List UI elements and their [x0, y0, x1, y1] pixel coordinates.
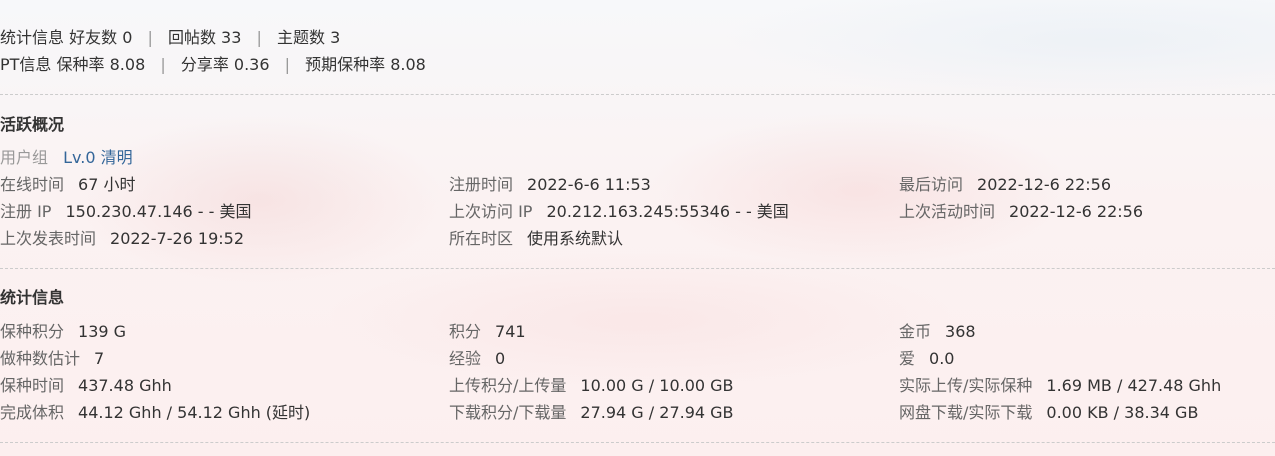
upload-points-label: 上传积分/上传量: [449, 376, 567, 395]
gold-coins-label: 金币: [899, 322, 932, 341]
completed-volume-value: 44.12 Ghh / 54.12 Ghh (延时): [78, 403, 311, 422]
seeding-count-estimate: 做种数估计 7: [0, 345, 104, 372]
experience-label: 经验: [449, 349, 482, 368]
download-points-label: 下载积分/下载量: [449, 403, 567, 422]
last-visit-ip-value: 20.212.163.245:55346 - - 美国: [546, 202, 789, 221]
expected-seeding-rate: 预期保种率 8.08: [305, 55, 426, 74]
section-divider: [0, 442, 1275, 443]
actual-upload-value: 1.69 MB / 427.48 Ghh: [1046, 376, 1222, 395]
register-ip-label: 注册 IP: [0, 202, 52, 221]
gold-coins-value: 368: [945, 322, 976, 341]
last-activity-time: 上次活动时间 2022-12-6 22:56: [899, 198, 1143, 225]
stats-section-title: 统计信息: [0, 288, 65, 307]
timezone: 所在时区 使用系统默认: [449, 225, 623, 252]
seeding-time-label: 保种时间: [0, 376, 65, 395]
separator: |: [147, 28, 153, 47]
friends-count: 好友数 0: [69, 28, 133, 47]
last-post-time-label: 上次发表时间: [0, 229, 97, 248]
register-ip-value: 150.230.47.146 - - 美国: [65, 202, 252, 221]
activity-row: 上次发表时间 2022-7-26 19:52 所在时区 使用系统默认: [0, 225, 1275, 252]
cloud-download-label: 网盘下载/实际下载: [899, 403, 1033, 422]
seed-points-label: 保种积分: [0, 322, 65, 341]
activity-row: 在线时间 67 小时 注册时间 2022-6-6 11:53 最后访问 2022-12…: [0, 171, 1275, 198]
actual-upload-label: 实际上传/实际保种: [899, 376, 1033, 395]
section-divider: [0, 268, 1275, 269]
separator: |: [160, 55, 166, 74]
separator: |: [256, 28, 262, 47]
separator: |: [284, 55, 291, 74]
summary-pt-label: PT信息: [0, 55, 52, 74]
seeding-count-estimate-label: 做种数估计: [0, 349, 81, 368]
download-points: 下载积分/下载量 27.94 G / 27.94 GB: [449, 399, 734, 426]
summary-stats-line: 统计信息 好友数 0 | 回帖数 33 | 主题数 3: [0, 26, 340, 50]
love-value: 0.0: [929, 349, 955, 368]
usergroup-row: 用户组 Lv.0 清明: [0, 146, 133, 170]
seeding-rate: 保种率 8.08: [56, 55, 146, 74]
register-time-value: 2022-6-6 11:53: [527, 175, 651, 194]
usergroup-label: 用户组: [0, 148, 49, 167]
online-time: 在线时间 67 小时: [0, 171, 135, 198]
gold-coins: 金币 368: [899, 318, 976, 345]
activity-section-title: 活跃概况: [0, 115, 65, 134]
points: 积分 741: [449, 318, 526, 345]
seed-points-value: 139 G: [78, 322, 127, 341]
love: 爱 0.0: [899, 345, 954, 372]
last-visit-value: 2022-12-6 22:56: [977, 175, 1112, 194]
stats-row: 做种数估计 7 经验 0 爱 0.0: [0, 345, 1275, 372]
register-time-label: 注册时间: [449, 175, 514, 194]
seeding-time: 保种时间 437.48 Ghh: [0, 372, 172, 399]
cloud-download: 网盘下载/实际下载 0.00 KB / 38.34 GB: [899, 399, 1198, 426]
seeding-time-value: 437.48 Ghh: [78, 376, 172, 395]
summary-pt-line: PT信息 保种率 8.08 | 分享率 0.36 | 预期保种率 8.08: [0, 53, 426, 77]
usergroup-link[interactable]: Lv.0 清明: [63, 148, 133, 167]
points-value: 741: [495, 322, 526, 341]
cloud-download-value: 0.00 KB / 38.34 GB: [1046, 403, 1199, 422]
last-activity-time-label: 上次活动时间: [899, 202, 996, 221]
upload-points-value: 10.00 G / 10.00 GB: [580, 376, 734, 395]
stats-row: 完成体积 44.12 Ghh / 54.12 Ghh (延时) 下载积分/下载量 2…: [0, 399, 1275, 426]
experience-value: 0: [495, 349, 506, 368]
last-visit-ip: 上次访问 IP 20.212.163.245:55346 - - 美国: [449, 198, 789, 225]
last-visit: 最后访问 2022-12-6 22:56: [899, 171, 1111, 198]
points-label: 积分: [449, 322, 482, 341]
love-label: 爱: [899, 349, 916, 368]
topics-count: 主题数 3: [277, 28, 341, 47]
last-visit-label: 最后访问: [899, 175, 964, 194]
online-time-label: 在线时间: [0, 175, 65, 194]
completed-volume-label: 完成体积: [0, 403, 65, 422]
stats-row: 保种积分 139 G 积分 741 金币 368: [0, 318, 1275, 345]
actual-upload: 实际上传/实际保种 1.69 MB / 427.48 Ghh: [899, 372, 1221, 399]
last-visit-ip-label: 上次访问 IP: [449, 202, 533, 221]
timezone-label: 所在时区: [449, 229, 514, 248]
online-time-value: 67 小时: [78, 175, 136, 194]
register-ip: 注册 IP 150.230.47.146 - - 美国: [0, 198, 252, 225]
last-post-time: 上次发表时间 2022-7-26 19:52: [0, 225, 244, 252]
download-points-value: 27.94 G / 27.94 GB: [580, 403, 734, 422]
upload-points: 上传积分/上传量 10.00 G / 10.00 GB: [449, 372, 734, 399]
experience: 经验 0: [449, 345, 505, 372]
last-post-time-value: 2022-7-26 19:52: [110, 229, 245, 248]
seed-points: 保种积分 139 G: [0, 318, 126, 345]
completed-volume: 完成体积 44.12 Ghh / 54.12 Ghh (延时): [0, 399, 310, 426]
last-activity-time-value: 2022-12-6 22:56: [1009, 202, 1144, 221]
register-time: 注册时间 2022-6-6 11:53: [449, 171, 651, 198]
seeding-count-estimate-value: 7: [94, 349, 105, 368]
stats-row: 保种时间 437.48 Ghh 上传积分/上传量 10.00 G / 10.00 G…: [0, 372, 1275, 399]
share-ratio: 分享率 0.36: [180, 55, 270, 74]
section-divider: [0, 94, 1275, 95]
activity-row: 注册 IP 150.230.47.146 - - 美国 上次访问 IP 20.212…: [0, 198, 1275, 225]
summary-stats-label: 统计信息: [0, 28, 65, 47]
timezone-value: 使用系统默认: [527, 229, 624, 248]
replies-count: 回帖数 33: [167, 28, 242, 47]
